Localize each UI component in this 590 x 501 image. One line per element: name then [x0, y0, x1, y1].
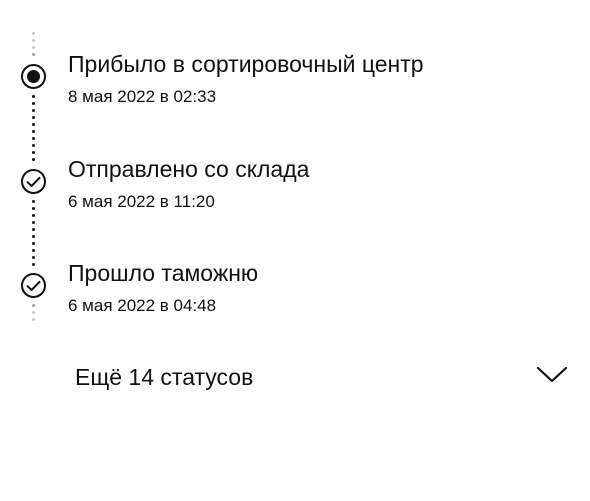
check-circle-icon	[21, 169, 46, 194]
timeline-connector	[32, 200, 35, 270]
timeline-connector-bottom	[32, 304, 35, 325]
chevron-down-icon[interactable]	[536, 365, 568, 390]
tracking-timeline: Прибыло в сортировочный центр 8 мая 2022…	[0, 0, 590, 340]
event-title: Отправлено со склада	[68, 156, 310, 182]
timeline-event: Прошло таможню 6 мая 2022 в 04:48	[68, 259, 258, 317]
show-more-statuses-button[interactable]: Ещё 14 статусов	[0, 356, 590, 398]
timeline-event: Прибыло в сортировочный центр 8 мая 2022…	[68, 50, 424, 108]
check-circle-icon	[21, 273, 46, 298]
event-title: Прошло таможню	[68, 260, 259, 286]
show-more-label: Ещё 14 статусов	[75, 364, 254, 390]
event-title: Прибыло в сортировочный центр	[68, 51, 424, 77]
event-date: 8 мая 2022 в 02:33	[68, 87, 217, 106]
event-date: 6 мая 2022 в 11:20	[68, 192, 215, 211]
event-date: 6 мая 2022 в 04:48	[68, 296, 217, 315]
filled-circle-icon	[21, 64, 46, 89]
timeline-event: Отправлено со склада 6 мая 2022 в 11:20	[68, 155, 309, 213]
timeline-connector	[32, 95, 35, 165]
timeline-connector-top	[32, 32, 35, 60]
